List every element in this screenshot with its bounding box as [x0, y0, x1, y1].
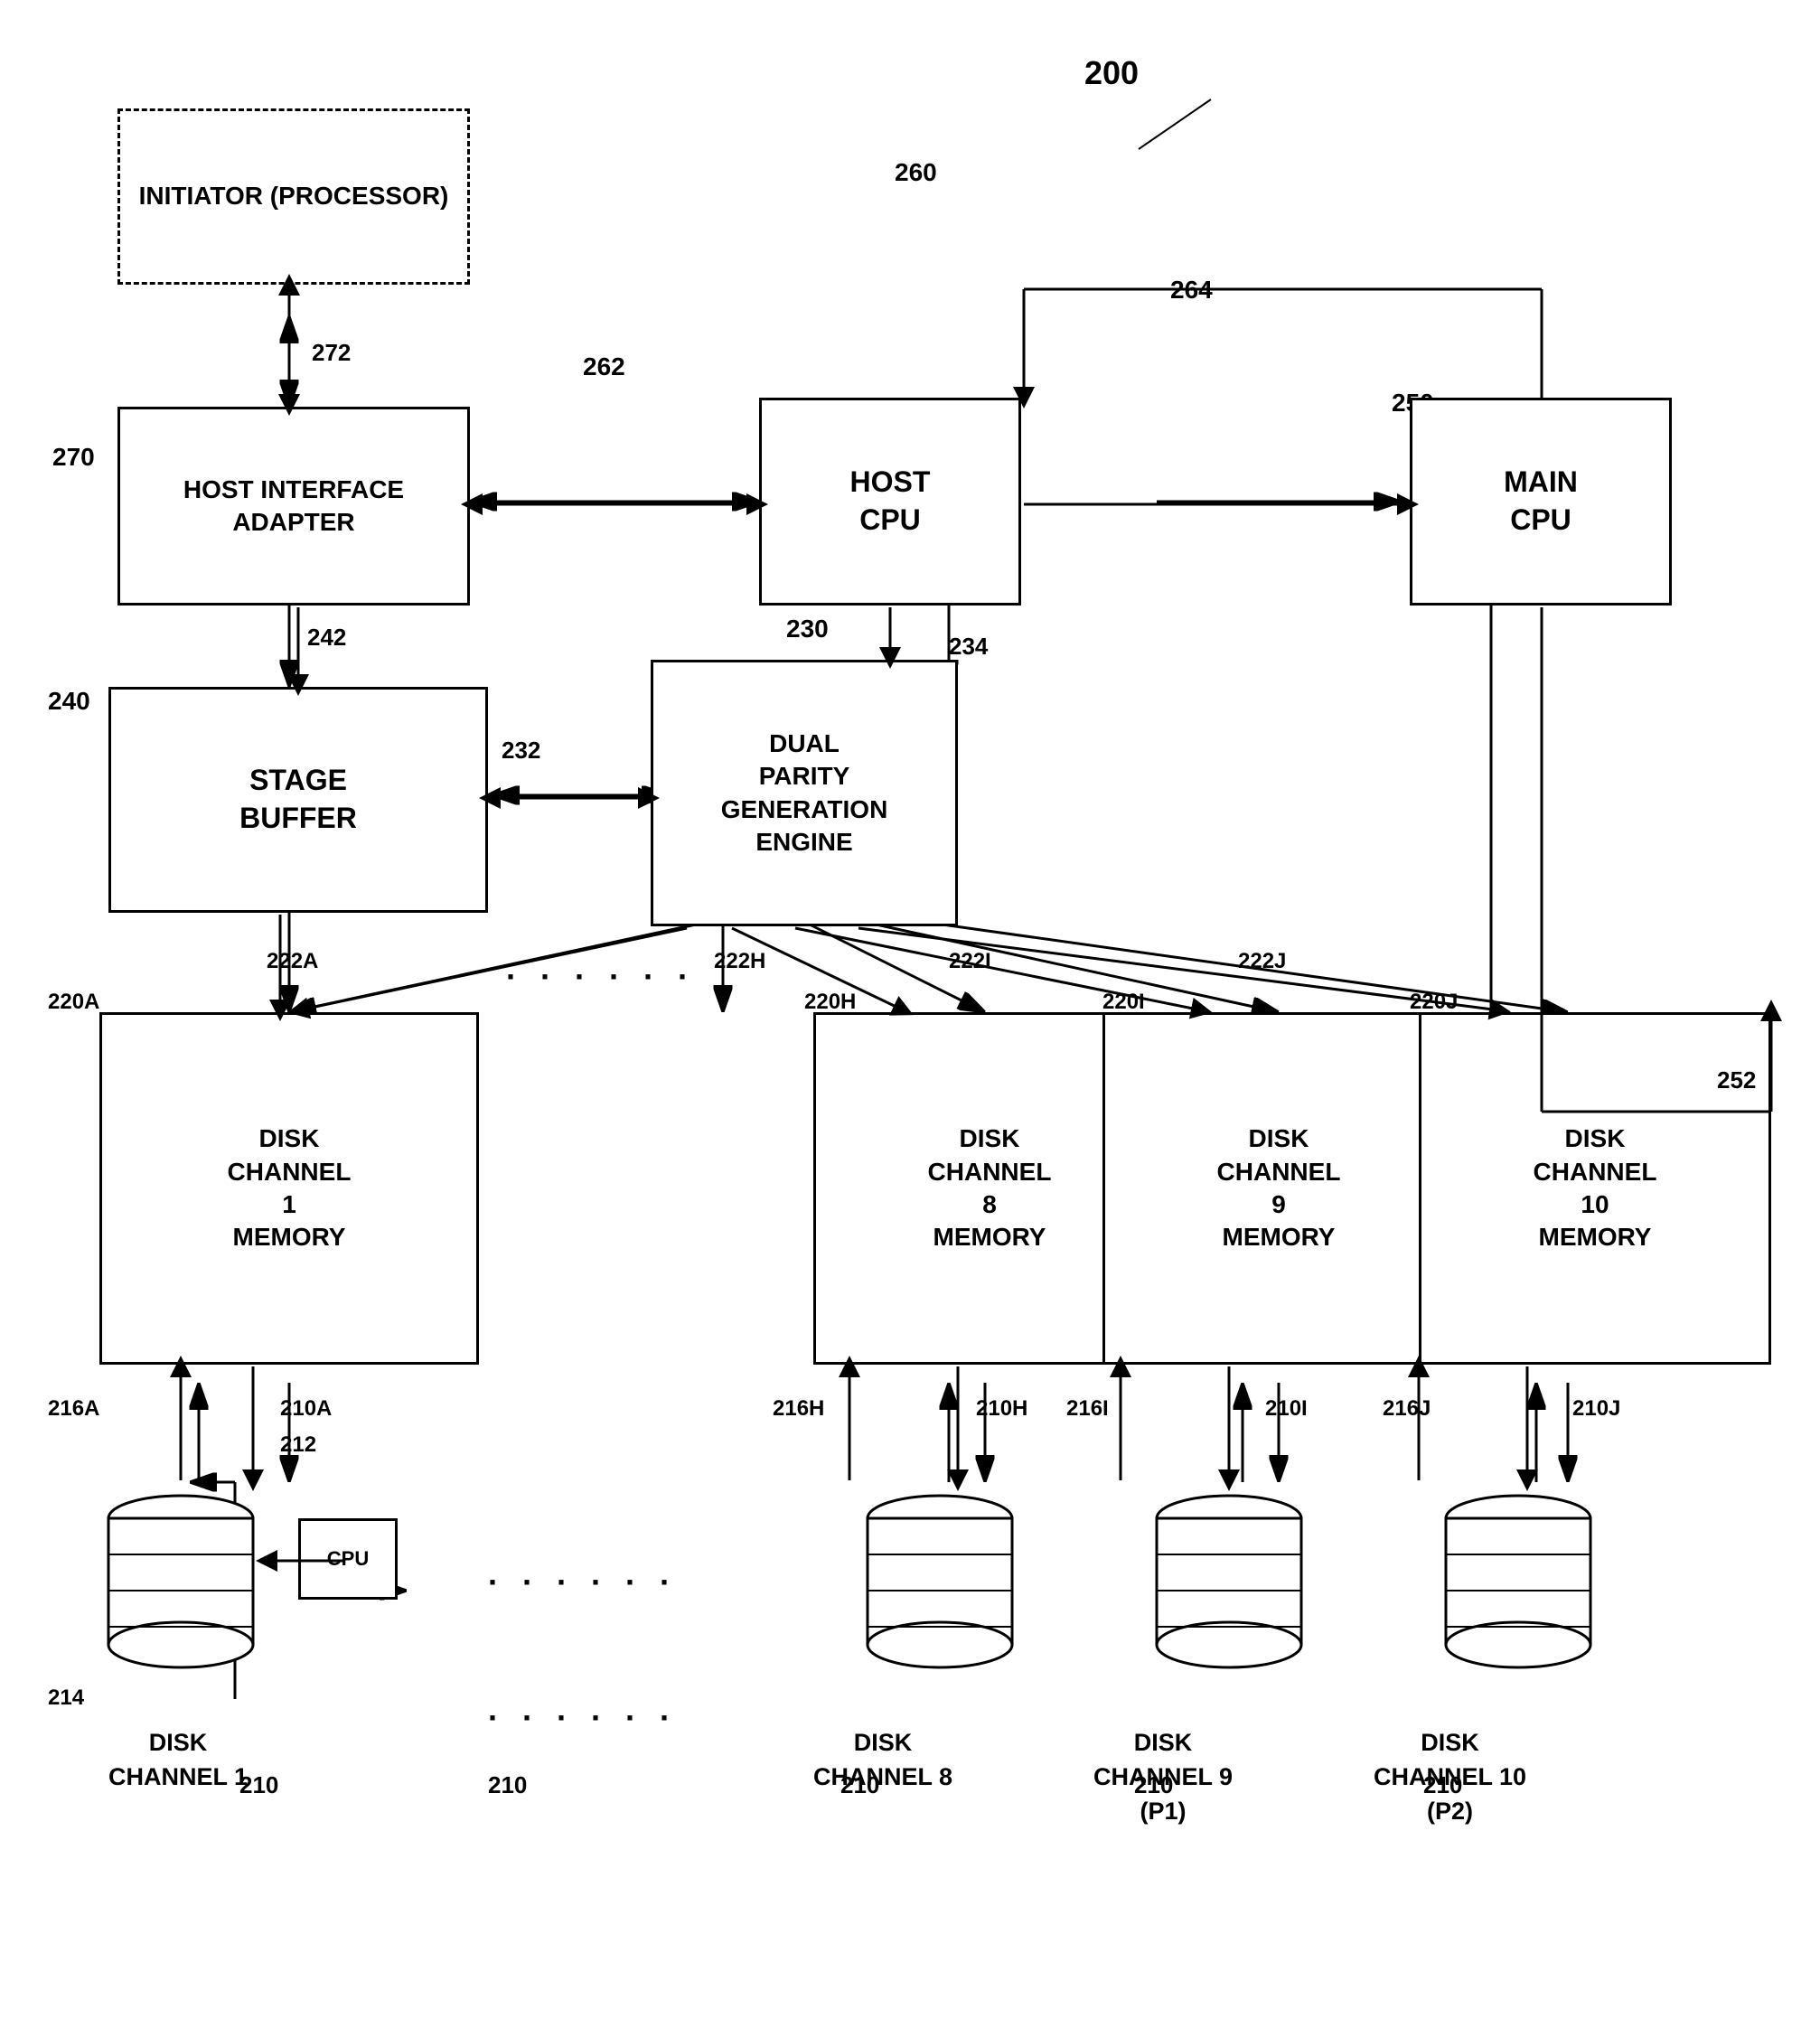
ref-232: 232	[502, 737, 540, 765]
disk-ch10-label: DISKCHANNEL 10(P2)	[1374, 1726, 1526, 1828]
initiator-box: INITIATOR (PROCESSOR)	[117, 108, 470, 285]
ref-216a: 216A	[48, 1396, 99, 1422]
ref-220a-label: 220A	[48, 990, 99, 1015]
disk-unit-9	[1148, 1482, 1310, 1681]
ref-262: 262	[583, 352, 625, 381]
ref-242: 242	[307, 624, 346, 652]
ref-222j: 222J	[1238, 949, 1286, 974]
host-interface-adapter-box: HOST INTERFACEADAPTER	[117, 407, 470, 606]
ellipsis-bottom-top: · · · · · ·	[488, 1563, 678, 1601]
disk-ch1-memory-box: DISKCHANNEL1MEMORY	[99, 1012, 479, 1365]
ref-260: 260	[895, 158, 937, 187]
host-cpu-box: HOSTCPU	[759, 398, 1021, 606]
diagram-title: 200	[1084, 54, 1139, 92]
ref-234: 234	[949, 633, 988, 661]
ref-210j: 210J	[1572, 1396, 1620, 1422]
ref-216j: 216J	[1383, 1396, 1431, 1422]
ref-222i: 222I	[949, 949, 991, 974]
disk-ch9-label: DISKCHANNEL 9(P1)	[1093, 1726, 1233, 1828]
stage-buffer-box: STAGEBUFFER	[108, 687, 488, 913]
disk-ch9-memory-box: DISKCHANNEL9MEMORY	[1102, 1012, 1455, 1365]
ellipsis-top: · · · · · ·	[506, 958, 696, 996]
ref-252: 252	[1717, 1066, 1756, 1094]
disk-ch8-label: DISKCHANNEL 8	[813, 1726, 952, 1795]
ref-222a: 222A	[267, 949, 318, 974]
ref-216h: 216H	[773, 1396, 824, 1422]
disk-ch10-memory-box: DISKCHANNEL10MEMORY	[1419, 1012, 1771, 1365]
dual-parity-engine-box: DUALPARITYGENERATIONENGINE	[651, 660, 958, 926]
ref-210a: 210A	[280, 1396, 332, 1422]
ellipsis-bottom: · · · · · ·	[488, 1699, 678, 1737]
ref-210i: 210I	[1265, 1396, 1308, 1422]
ref-270: 270	[52, 443, 95, 472]
ref-230: 230	[786, 615, 829, 643]
ref-222h: 222H	[714, 949, 765, 974]
ref-210h: 210H	[976, 1396, 1027, 1422]
ref-210-mid: 210	[488, 1771, 527, 1799]
disk-unit-8	[858, 1482, 1021, 1681]
disk-ch1-label: DISKCHANNEL 1	[108, 1726, 248, 1795]
ref-240: 240	[48, 687, 90, 716]
ref-220i-label: 220I	[1102, 990, 1145, 1015]
ref-214: 214	[48, 1685, 84, 1711]
main-cpu-box: MAINCPU	[1410, 398, 1672, 606]
ref-272: 272	[312, 339, 351, 367]
cpu-box-1: CPU	[298, 1518, 398, 1600]
disk-unit-1	[99, 1482, 262, 1681]
diagram: 200 ~10 INITIATOR (PROCESSOR) 270 HOST I…	[0, 0, 1820, 2028]
ref-264: 264	[1170, 276, 1213, 305]
ref-220j-label: 220J	[1410, 990, 1458, 1015]
disk-unit-10	[1437, 1482, 1600, 1681]
ref-212: 212	[280, 1432, 316, 1458]
ref-216i: 216I	[1066, 1396, 1109, 1422]
ref-220h-label: 220H	[804, 990, 856, 1015]
